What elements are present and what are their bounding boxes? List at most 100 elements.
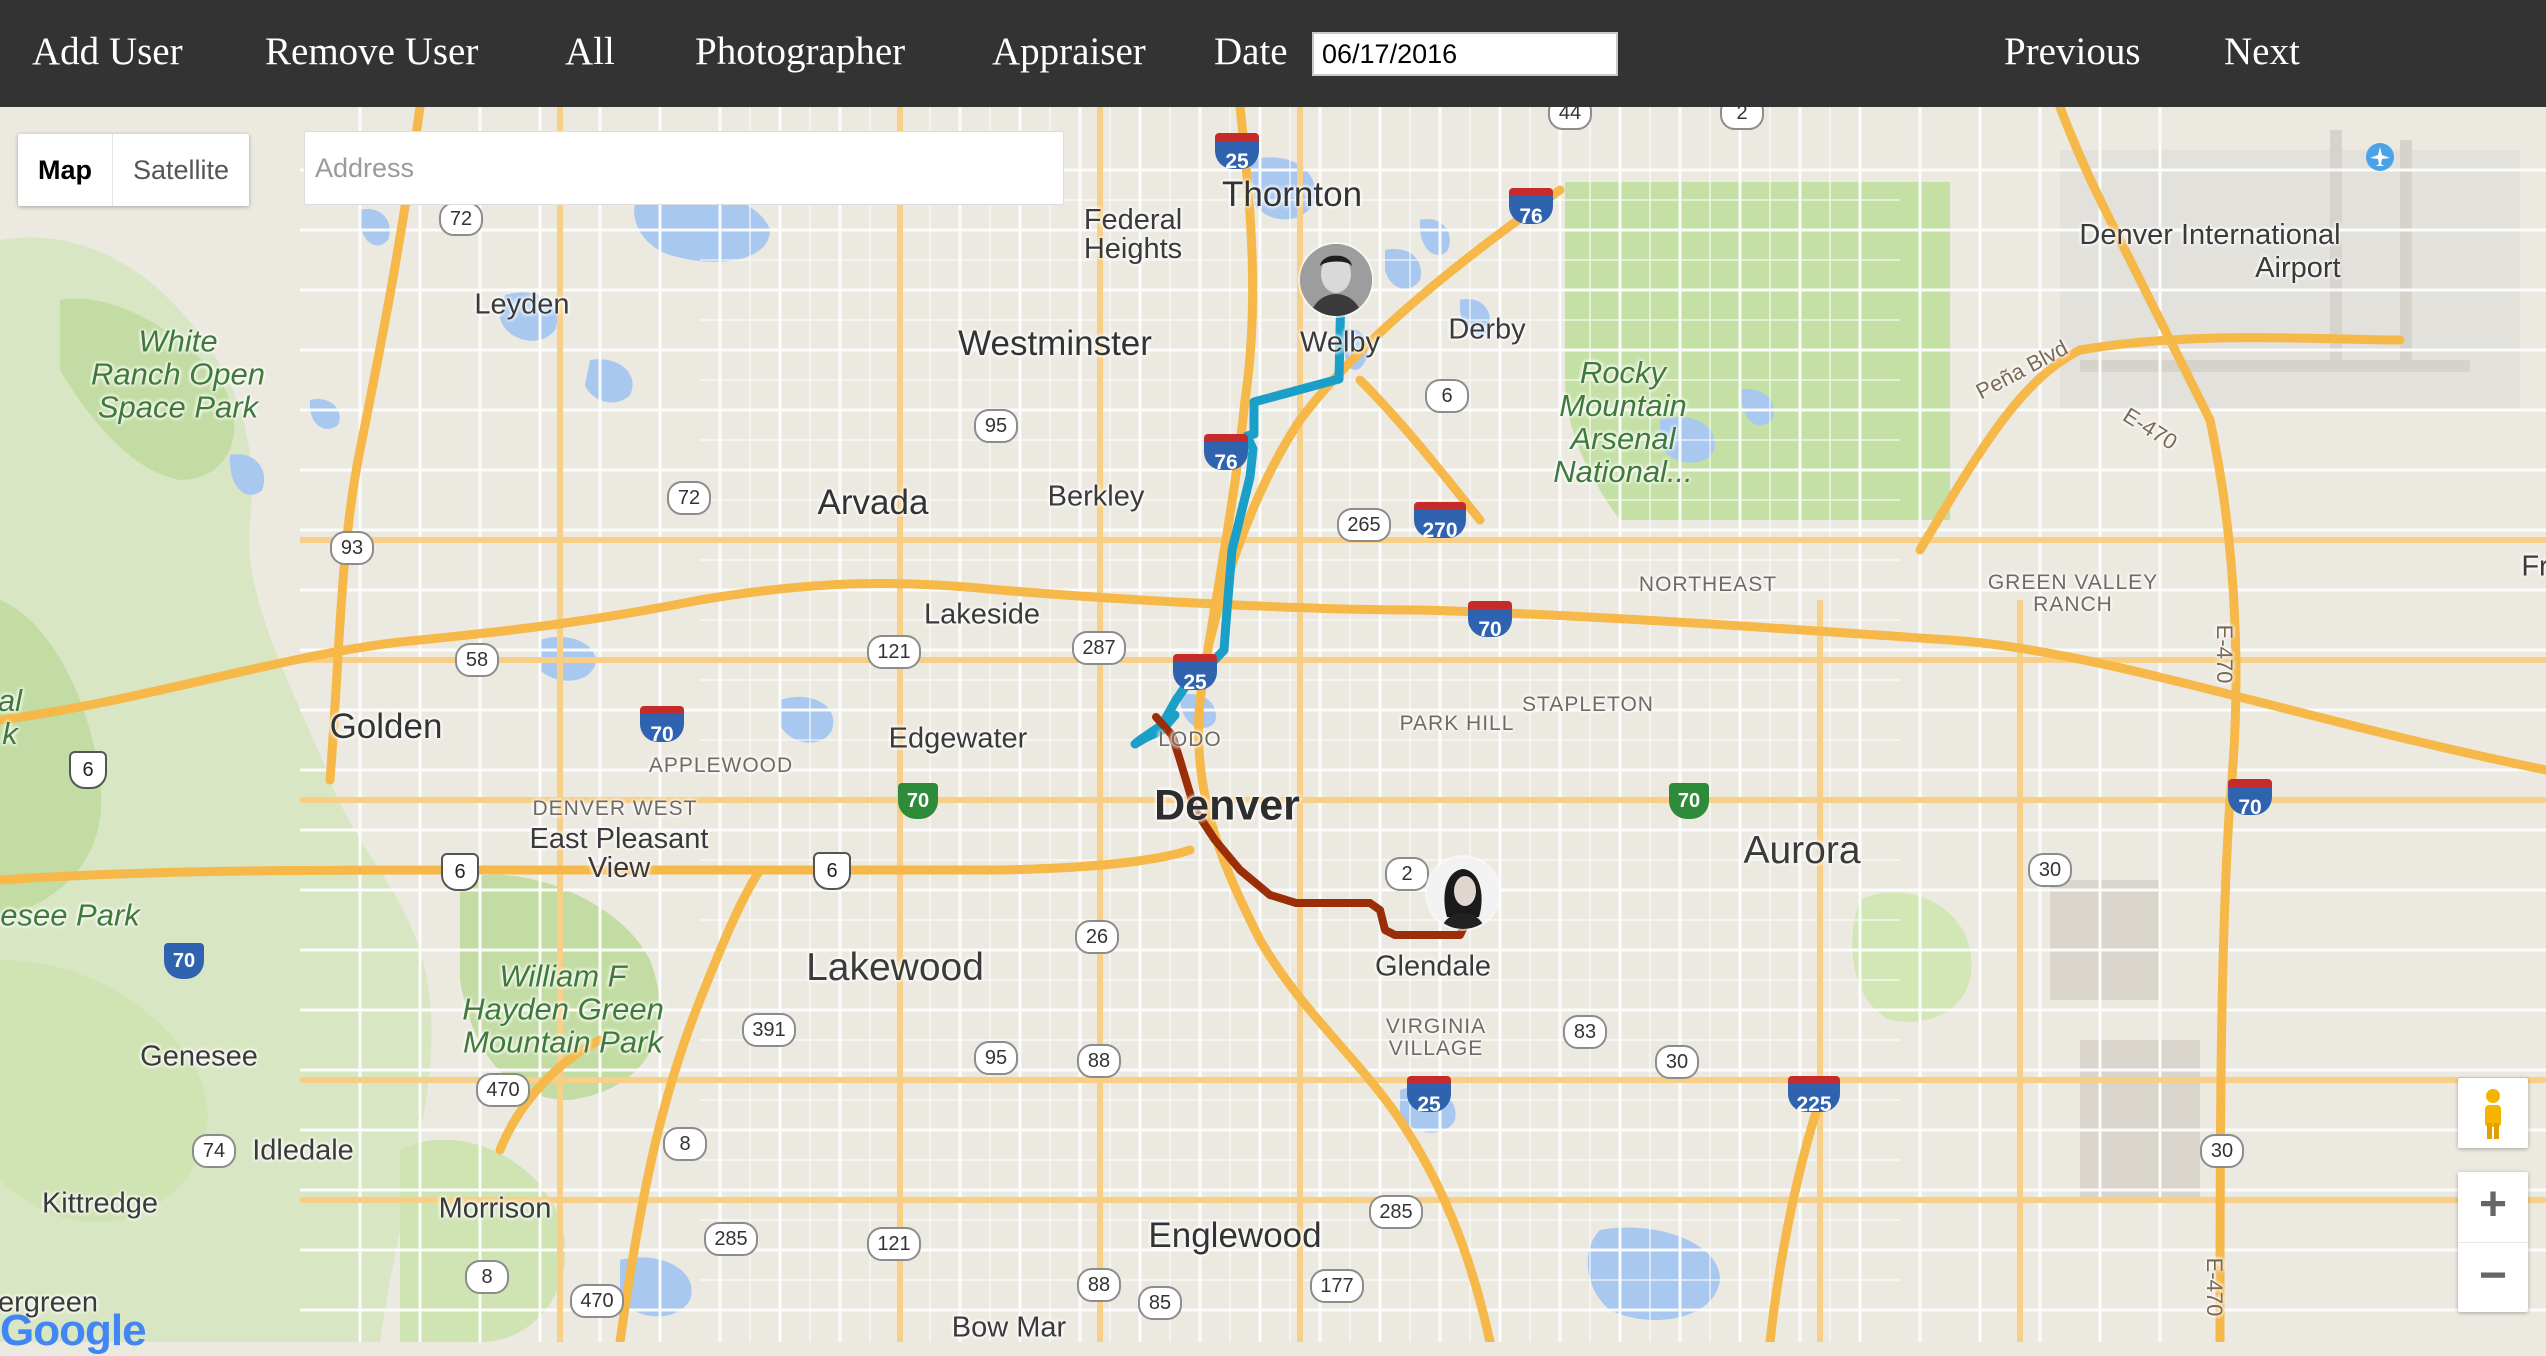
interstate-225-shield: 225 [1788,1076,1840,1116]
route-93-shield: 93 [330,531,374,565]
place-kittredge: Kittredge [41,1187,159,1220]
route-83-shield: 83 [1563,1015,1607,1049]
place-denver-west: DENVER WEST [532,797,698,820]
route-85-shield: 85 [1138,1286,1182,1320]
route-285-shield: 285 [704,1222,758,1256]
place-lodo: LODO [1158,728,1222,751]
street-view-pegman-button[interactable] [2458,1078,2528,1148]
route-26-shield: 26 [1075,920,1119,954]
route-70-business-shield: 70 [1669,783,1709,819]
filter-photographer-button[interactable]: Photographer [695,26,905,78]
road-e470-mid: E-470 [2212,624,2237,684]
place-stapleton: STAPLETON [1522,693,1654,716]
route-30-shield: 30 [2200,1134,2244,1168]
place-arvada: Arvada [817,483,929,522]
park-golden-edge: al k [0,683,23,751]
appraiser-avatar[interactable] [1427,857,1499,929]
map-type-satellite-button[interactable]: Satellite [112,134,249,206]
filter-appraiser-button[interactable]: Appraiser [992,26,1146,78]
map-canvas[interactable]: Thornton Federal Heights Westminster Wel… [0,107,2546,1342]
route-95-shield: 95 [974,1041,1018,1075]
place-lakewood: Lakewood [806,946,984,989]
interstate-25-shield: 25 [1173,654,1217,694]
interstate-70-shield: 70 [164,943,204,979]
place-englewood: Englewood [1148,1216,1322,1255]
place-federal-heights: Federal Heights [1083,204,1183,265]
photographer-avatar[interactable] [1300,244,1372,316]
route-6-shield: 6 [1425,379,1469,413]
interstate-25-shield: 25 [1407,1076,1451,1116]
route-44-shield: 44 [1548,107,1592,130]
route-121-shield: 121 [867,635,921,669]
map-type-map-button[interactable]: Map [18,134,112,206]
google-logo-text: Google [0,1306,147,1355]
route-58-shield: 58 [455,643,499,677]
date-input[interactable] [1312,32,1618,76]
place-westminster: Westminster [958,324,1152,363]
place-leyden: Leyden [474,288,570,321]
airplane-icon [2366,143,2394,171]
park-genesee: esee Park [0,897,140,933]
place-bow-mar: Bow Mar [951,1311,1067,1343]
place-edgewater: Edgewater [888,722,1028,755]
place-idledale: Idledale [252,1134,354,1167]
place-east-pleasant-view: East Pleasant View [529,823,709,884]
street-view-pegman-icon [2485,1089,2501,1139]
route-88-shield: 88 [1077,1268,1121,1302]
zoom-in-button[interactable]: + [2458,1172,2528,1242]
route-30-shield: 30 [2028,853,2072,887]
us-6-shield: 6 [813,852,851,890]
date-label: Date [1214,30,1288,73]
place-denver: Denver [1154,781,1300,830]
route-287-shield: 287 [1072,631,1126,665]
google-logo: Google [0,1306,147,1356]
park-rocky-mountain-arsenal: Rocky Mountain Arsenal National... [1553,355,1693,489]
zoom-control: + − [2458,1172,2528,1312]
interstate-76-shield: 76 [1204,434,1248,474]
place-green-valley-ranch: GREEN VALLEY RANCH [1987,571,2159,616]
interstate-270-shield: 270 [1414,502,1466,542]
road-e470-low: E-470 [2202,1257,2227,1317]
place-lakeside: Lakeside [923,598,1041,631]
place-fr-edge: Fr [2521,550,2546,583]
map-type-control: Map Satellite [18,134,250,206]
add-user-button[interactable]: Add User [32,26,183,78]
interstate-76-shield: 76 [1509,188,1553,228]
place-golden: Golden [329,707,443,746]
address-search-input[interactable] [304,131,1064,205]
route-72-shield: 72 [439,202,483,236]
route-72-shield: 72 [667,481,711,515]
park-white-ranch: White Ranch Open Space Park [90,323,266,425]
male-portrait-icon [1300,244,1372,316]
place-welby: Welby [1299,326,1381,359]
top-navbar: Add User Remove User All Photographer Ap… [0,0,2546,107]
remove-user-button[interactable]: Remove User [265,26,478,78]
route-30-shield: 30 [1655,1045,1699,1079]
place-glendale: Glendale [1374,950,1492,983]
route-95-shield: 95 [974,409,1018,443]
route-470-shield: 470 [570,1284,624,1318]
route-391-shield: 391 [742,1013,796,1047]
place-derby: Derby [1448,313,1526,346]
route-8-shield: 8 [465,1260,509,1294]
previous-button[interactable]: Previous [2004,26,2141,78]
route-88-shield: 88 [1077,1044,1121,1078]
route-285-shield: 285 [1369,1195,1423,1229]
zoom-out-button[interactable]: − [2458,1242,2528,1313]
park-william-f-hayden: William F Hayden Green Mountain Park [462,958,664,1060]
interstate-70-shield: 70 [2228,779,2272,819]
place-aurora: Aurora [1743,829,1861,872]
route-2-shield: 2 [1720,107,1764,130]
route-470-shield: 470 [476,1073,530,1107]
route-70-business-shield: 70 [898,783,938,819]
us-6-shield: 6 [441,853,479,891]
next-button[interactable]: Next [2224,26,2300,78]
filter-all-button[interactable]: All [565,26,615,78]
route-2-shield: 2 [1385,857,1429,891]
place-applewood: APPLEWOOD [648,754,794,777]
place-genesee: Genesee [140,1040,258,1073]
female-portrait-icon [1427,857,1499,929]
route-8-shield: 8 [663,1127,707,1161]
interstate-70-shield: 70 [1468,601,1512,641]
interstate-25-shield: 25 [1215,133,1259,173]
